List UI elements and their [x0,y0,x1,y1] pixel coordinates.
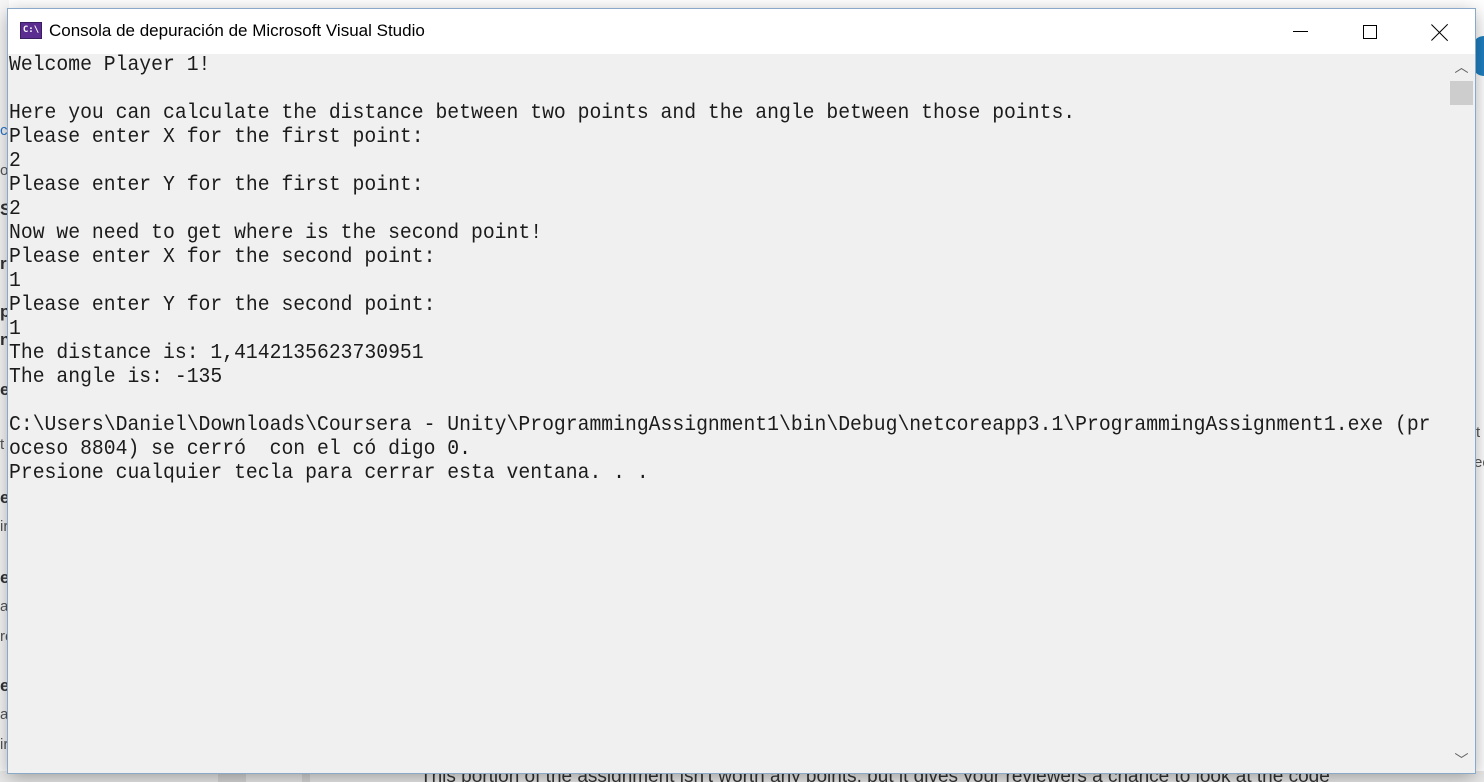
maximize-icon [1363,24,1377,39]
console-line: 2 [9,198,21,221]
background-fragment: ee [1474,454,1484,471]
console-line: oceso 8804) se cerró con el có digo 0. [9,438,471,461]
console-line: 1 [9,270,21,293]
console-line: Please enter X for the first point: [9,126,424,149]
console-line: The angle is: -135 [9,366,223,389]
close-icon [1431,23,1449,41]
console-line: Presione cualquier tecla para cerrar est… [9,462,649,485]
title-bar[interactable]: C:\ Consola de depuración de Microsoft V… [8,9,1475,54]
maximize-button[interactable] [1335,9,1405,54]
console-line: Please enter X for the second point: [9,246,436,269]
console-app-icon: C:\ [20,22,42,39]
console-line: C:\Users\Daniel\Downloads\Coursera - Uni… [9,414,1431,437]
console-line: Please enter Y for the second point: [9,294,436,317]
scroll-down-arrow-icon[interactable]: ﹀ [1448,747,1475,773]
window-title: Consola de depuración de Microsoft Visua… [49,21,425,40]
background-fragment: t [0,436,5,453]
minimize-icon [1292,31,1308,32]
console-line: 1 [9,318,21,341]
console-line: Please enter Y for the first point: [9,174,424,197]
background-fragment: t [1476,424,1481,441]
console-line: Here you can calculate the distance betw… [9,102,1076,125]
minimize-button[interactable] [1265,9,1335,54]
console-line: 2 [9,150,21,173]
console-line: Welcome Player 1! [9,54,211,77]
console-line: Now we need to get where is the second p… [9,222,543,245]
scroll-thumb[interactable] [1450,81,1473,105]
close-button[interactable] [1405,9,1475,54]
console-line: The distance is: 1,4142135623730951 [9,342,424,365]
vertical-scrollbar[interactable]: ︿ ﹀ [1448,54,1475,773]
scroll-up-arrow-icon[interactable]: ︿ [1448,54,1475,80]
console-window[interactable]: C:\ Consola de depuración de Microsoft V… [8,9,1475,773]
console-output[interactable]: Welcome Player 1! Here you can calculate… [8,54,1448,773]
